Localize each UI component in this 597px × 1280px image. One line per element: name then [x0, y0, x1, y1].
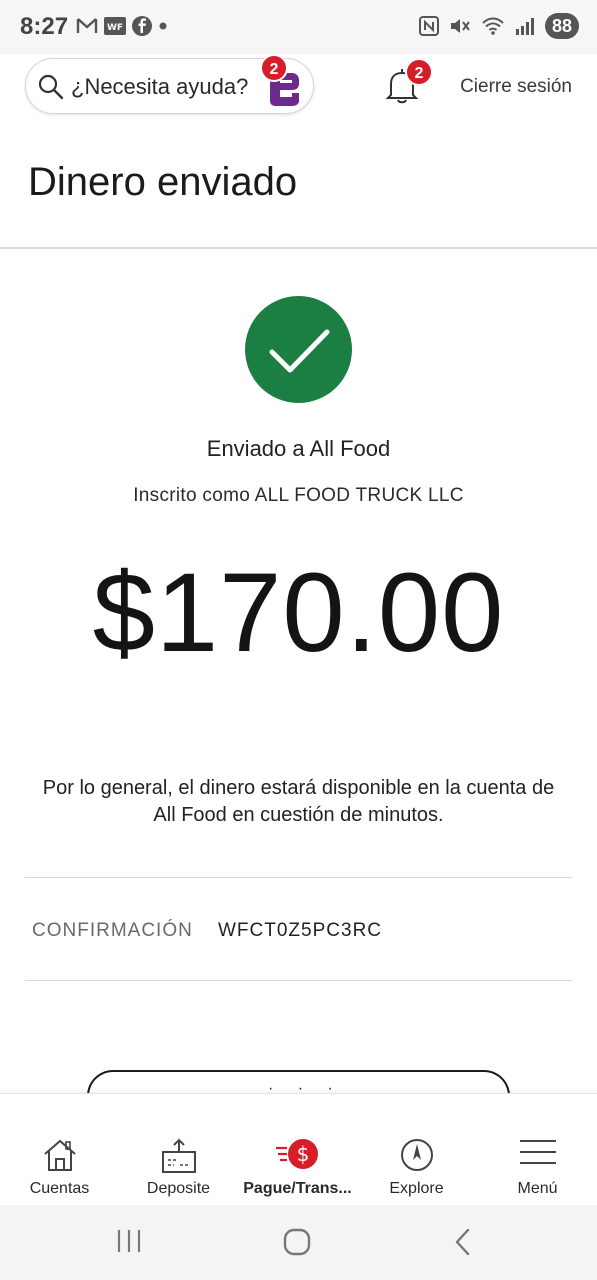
title-divider [0, 247, 597, 249]
success-check-icon [245, 296, 352, 403]
signout-link[interactable]: Cierre sesión [460, 76, 572, 98]
facebook-icon [132, 16, 152, 36]
registered-name: Inscrito como ALL FOOD TRUCK LLC [133, 485, 464, 506]
signal-icon [515, 18, 534, 35]
nav-label: Cuentas [29, 1180, 90, 1197]
help-search-placeholder: ¿Necesita ayuda? [71, 74, 249, 99]
bottom-nav: Cuentas Deposite $ Pague/Trans... Explor… [0, 1093, 597, 1205]
android-nav-bar [0, 1205, 597, 1280]
nav-item-cuentas[interactable]: Cuentas [0, 1094, 119, 1206]
availability-note: Por lo general, el dinero estará disponi… [42, 777, 555, 826]
wifi-icon [482, 17, 504, 35]
confirmation-number: WFCT0Z5PC3RC [218, 920, 383, 941]
divider [25, 877, 572, 878]
nav-item-deposite[interactable]: Deposite [119, 1094, 238, 1206]
status-bar: 8:27 WF 88 [0, 0, 597, 54]
svg-text:WF: WF [107, 23, 123, 33]
hamburger-menu-icon [519, 1140, 556, 1164]
status-time: 8:27 [20, 13, 69, 40]
wf-app-icon: WF [104, 17, 126, 35]
nav-label: Deposite [146, 1180, 211, 1197]
dot-icon [159, 22, 167, 30]
search-icon [38, 74, 64, 100]
pay-transfer-icon: $ [275, 1139, 318, 1169]
amount-sent: $170.00 [92, 550, 505, 675]
battery-indicator: 88 [544, 13, 579, 39]
mute-icon [450, 19, 470, 33]
confirmation-label: CONFIRMACIÓN [32, 920, 193, 941]
recipient-text: Enviado a All Food [206, 436, 391, 461]
nav-label: Explore [389, 1180, 444, 1197]
nav-label: Menú [517, 1180, 558, 1197]
nav-item-explore[interactable]: Explore [357, 1094, 476, 1206]
deposit-icon [161, 1138, 196, 1173]
nav-label: Pague/Trans... [243, 1180, 352, 1197]
app-header: ¿Necesita ayuda? 2 2 Cierre sesión [0, 54, 597, 126]
nav-item-menu[interactable]: Menú [478, 1094, 597, 1206]
svg-text:$: $ [296, 1142, 309, 1166]
assistant-badge: 2 [260, 54, 288, 82]
notifications-badge: 2 [405, 58, 433, 86]
recent-apps-icon[interactable] [115, 1227, 143, 1255]
house-icon [43, 1139, 76, 1171]
back-icon[interactable] [452, 1227, 474, 1257]
compass-icon [400, 1139, 433, 1171]
gmail-icon [76, 18, 98, 33]
home-icon[interactable] [282, 1227, 312, 1257]
divider [25, 980, 572, 981]
nfc-icon [418, 16, 439, 36]
page-title: Dinero enviado [28, 160, 298, 204]
nav-item-pague-transfiera[interactable]: $ Pague/Trans... [238, 1094, 357, 1206]
